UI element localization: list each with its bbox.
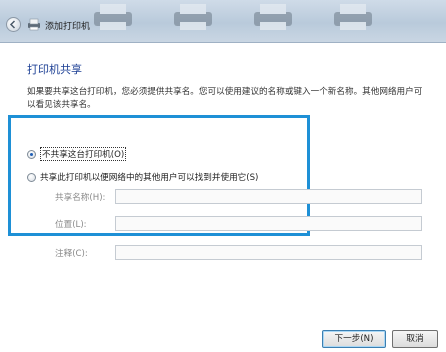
printer-bg-icon <box>94 4 132 30</box>
page-description: 如果要共享这台打印机，您必须提供共享名。您可以使用建议的名称或键入一个新名称。其… <box>27 87 423 110</box>
printer-bg-icon <box>334 4 372 30</box>
cancel-button[interactable]: 取消 <box>392 330 438 348</box>
radio-no-share-label[interactable]: 不共享这台打印机(O) <box>40 147 127 161</box>
wizard-content: 打印机共享 如果要共享这台打印机，您必须提供共享名。您可以使用建议的名称或键入一… <box>0 43 446 352</box>
share-name-label: 共享名称(H): <box>55 193 106 203</box>
radio-share-label[interactable]: 共享此打印机以便网络中的其他用户可以找到并使用它(S) <box>40 171 258 183</box>
location-label: 位置(L): <box>55 220 87 230</box>
radio-no-share[interactable]: 不共享这台打印机(O) <box>27 147 127 161</box>
radio-button[interactable] <box>27 172 36 182</box>
comment-label: 注释(C): <box>55 249 88 259</box>
share-name-input[interactable] <box>115 189 422 204</box>
back-button[interactable] <box>6 17 21 32</box>
comment-input[interactable] <box>115 245 422 260</box>
next-button[interactable]: 下一步(N) <box>322 330 386 348</box>
arrow-left-icon <box>9 20 16 29</box>
printer-bg-icon <box>174 4 212 30</box>
page-heading: 打印机共享 <box>27 63 82 76</box>
location-input[interactable] <box>115 216 422 231</box>
radio-share[interactable]: 共享此打印机以便网络中的其他用户可以找到并使用它(S) <box>27 171 258 183</box>
window-title: 添加打印机 <box>45 22 91 32</box>
radio-button-selected[interactable] <box>27 149 36 159</box>
window-title-bar: 添加打印机 <box>0 0 446 43</box>
printer-bg-icon <box>254 4 292 30</box>
wizard-footer: 下一步(N) 取消 <box>0 324 446 352</box>
printer-icon <box>28 18 40 31</box>
